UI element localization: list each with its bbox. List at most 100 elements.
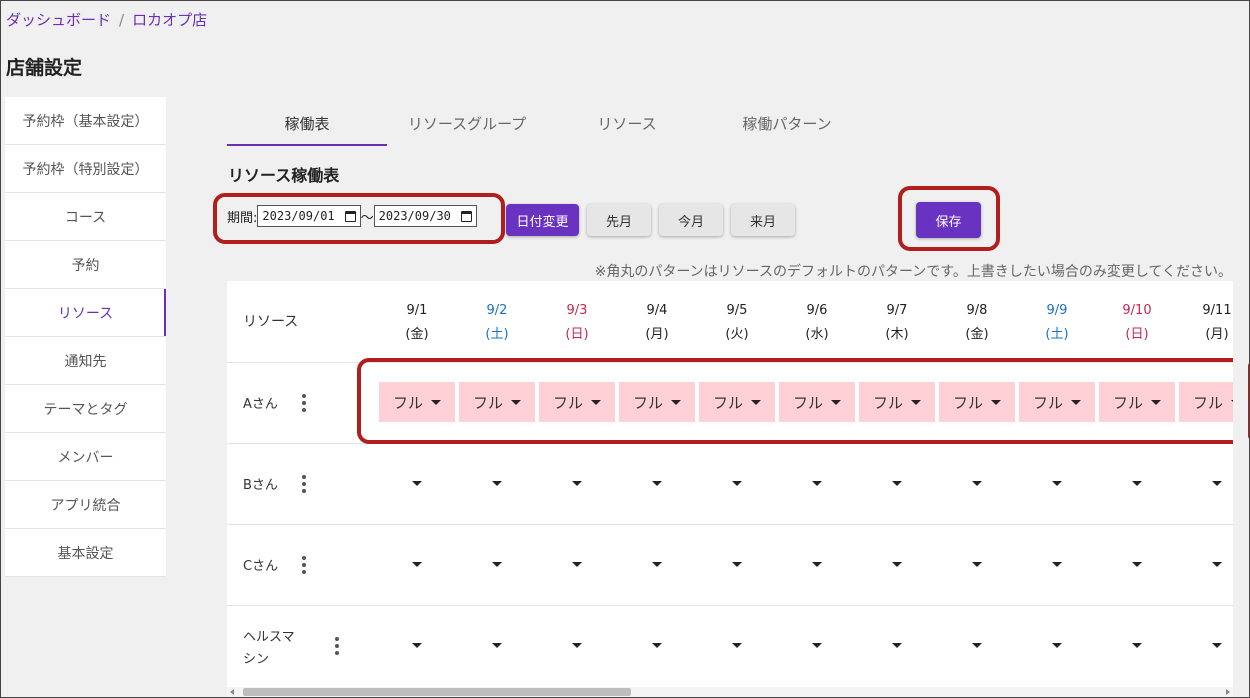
- pattern-select[interactable]: [459, 554, 535, 574]
- dropdown-arrow-icon: [492, 642, 502, 648]
- resource-column-header: リソース: [243, 314, 299, 330]
- row-a-highlight: [357, 358, 1250, 444]
- dropdown-arrow-icon: [812, 561, 822, 567]
- pattern-select[interactable]: [939, 635, 1015, 655]
- dropdown-arrow-icon: [412, 480, 422, 486]
- dropdown-arrow-icon: [1052, 480, 1062, 486]
- dropdown-arrow-icon: [652, 561, 662, 567]
- tab-resource[interactable]: リソース: [547, 100, 707, 146]
- sidebar-item-course[interactable]: コース: [5, 193, 166, 241]
- this-month-button[interactable]: 今月: [659, 204, 723, 236]
- pattern-select[interactable]: [1099, 473, 1175, 493]
- pattern-select[interactable]: [379, 635, 455, 655]
- dropdown-arrow-icon: [572, 642, 582, 648]
- pattern-select[interactable]: [939, 473, 1015, 493]
- day-header: 9/11 (月): [1177, 299, 1233, 347]
- pattern-select[interactable]: [1019, 635, 1095, 655]
- resource-name: Cさん: [243, 559, 279, 574]
- sidebar-item-reservation[interactable]: 予約: [5, 241, 166, 289]
- pattern-select[interactable]: [539, 473, 615, 493]
- change-date-button[interactable]: 日付変更: [506, 204, 579, 236]
- day-date: 9/10: [1122, 303, 1152, 318]
- pattern-select[interactable]: [1019, 473, 1095, 493]
- dropdown-arrow-icon: [892, 642, 902, 648]
- sidebar-item-member[interactable]: メンバー: [5, 433, 166, 481]
- prev-month-button[interactable]: 先月: [587, 204, 651, 236]
- row-menu-icon[interactable]: [302, 394, 306, 412]
- pattern-select[interactable]: [379, 554, 455, 574]
- pattern-select[interactable]: [619, 554, 695, 574]
- sidebar-item-booking-special[interactable]: 予約枠（特別設定）: [5, 145, 166, 193]
- pattern-select[interactable]: [539, 554, 615, 574]
- pattern-select[interactable]: [779, 635, 855, 655]
- dropdown-arrow-icon: [732, 642, 742, 648]
- pattern-select[interactable]: [859, 635, 935, 655]
- pattern-select[interactable]: [699, 635, 775, 655]
- day-date: 9/1: [406, 303, 428, 318]
- row-menu-icon[interactable]: [302, 556, 306, 574]
- dropdown-arrow-icon: [412, 642, 422, 648]
- day-header: 9/7 (木): [857, 299, 937, 347]
- horizontal-scrollbar-thumb[interactable]: [243, 688, 631, 696]
- pattern-select[interactable]: [779, 554, 855, 574]
- scroll-right-icon[interactable]: [1226, 689, 1230, 695]
- breadcrumb-store-link[interactable]: ロカオプ店: [132, 9, 207, 30]
- dropdown-arrow-icon: [1132, 642, 1142, 648]
- dropdown-arrow-icon: [412, 561, 422, 567]
- pattern-select[interactable]: [619, 473, 695, 493]
- breadcrumb-dashboard-link[interactable]: ダッシュボード: [6, 9, 111, 30]
- pattern-select[interactable]: [859, 554, 935, 574]
- breadcrumb-separator: /: [119, 10, 125, 29]
- sidebar-item-basic-settings[interactable]: 基本設定: [5, 529, 166, 577]
- pattern-select[interactable]: [779, 473, 855, 493]
- pattern-select[interactable]: [1019, 554, 1095, 574]
- scroll-left-icon[interactable]: [230, 689, 234, 695]
- pattern-select[interactable]: [619, 635, 695, 655]
- horizontal-scrollbar[interactable]: [227, 687, 1233, 697]
- sidebar-item-resource[interactable]: リソース: [5, 289, 166, 337]
- pattern-select[interactable]: [859, 473, 935, 493]
- pattern-select[interactable]: [939, 554, 1015, 574]
- pattern-select[interactable]: [1179, 635, 1233, 655]
- row-menu-icon[interactable]: [335, 637, 339, 655]
- sidebar-item-theme-tag[interactable]: テーマとタグ: [5, 385, 166, 433]
- pattern-select[interactable]: [699, 473, 775, 493]
- row-menu-icon[interactable]: [302, 475, 306, 493]
- dropdown-arrow-icon: [492, 480, 502, 486]
- pattern-select[interactable]: [1179, 554, 1233, 574]
- tab-schedule-pattern[interactable]: 稼働パターン: [707, 100, 867, 146]
- pattern-select[interactable]: [1099, 635, 1175, 655]
- dropdown-arrow-icon: [1132, 480, 1142, 486]
- day-date: 9/6: [806, 303, 828, 318]
- day-header: 9/6 (水): [777, 299, 857, 347]
- next-month-button[interactable]: 来月: [731, 204, 795, 236]
- pattern-select[interactable]: [1179, 473, 1233, 493]
- dropdown-arrow-icon: [972, 642, 982, 648]
- dropdown-arrow-icon: [572, 561, 582, 567]
- day-weekday: (金): [405, 327, 429, 342]
- sidebar-item-app-integration[interactable]: アプリ統合: [5, 481, 166, 529]
- dropdown-arrow-icon: [1052, 642, 1062, 648]
- pattern-select[interactable]: [459, 635, 535, 655]
- day-weekday: (日): [1125, 327, 1149, 342]
- pattern-select[interactable]: [459, 473, 535, 493]
- day-date: 9/7: [886, 303, 908, 318]
- pattern-select[interactable]: [1099, 554, 1175, 574]
- sidebar: 予約枠（基本設定） 予約枠（特別設定） コース 予約 リソース 通知先 テーマと…: [5, 97, 166, 577]
- pattern-select[interactable]: [379, 473, 455, 493]
- day-date: 9/2: [486, 303, 508, 318]
- day-date: 9/8: [966, 303, 988, 318]
- dropdown-arrow-icon: [1212, 561, 1222, 567]
- period-highlight: [213, 193, 505, 244]
- tab-schedule[interactable]: 稼働表: [227, 100, 387, 146]
- day-date: 9/11: [1202, 303, 1232, 318]
- dropdown-arrow-icon: [1132, 561, 1142, 567]
- sidebar-item-booking-basic[interactable]: 予約枠（基本設定）: [5, 97, 166, 145]
- day-header: 9/5 (火): [697, 299, 777, 347]
- pattern-select[interactable]: [699, 554, 775, 574]
- tab-resource-group[interactable]: リソースグループ: [387, 100, 547, 146]
- vertical-scrollbar[interactable]: [1233, 97, 1248, 687]
- pattern-select[interactable]: [539, 635, 615, 655]
- sidebar-item-notification[interactable]: 通知先: [5, 337, 166, 385]
- day-weekday: (土): [485, 327, 509, 342]
